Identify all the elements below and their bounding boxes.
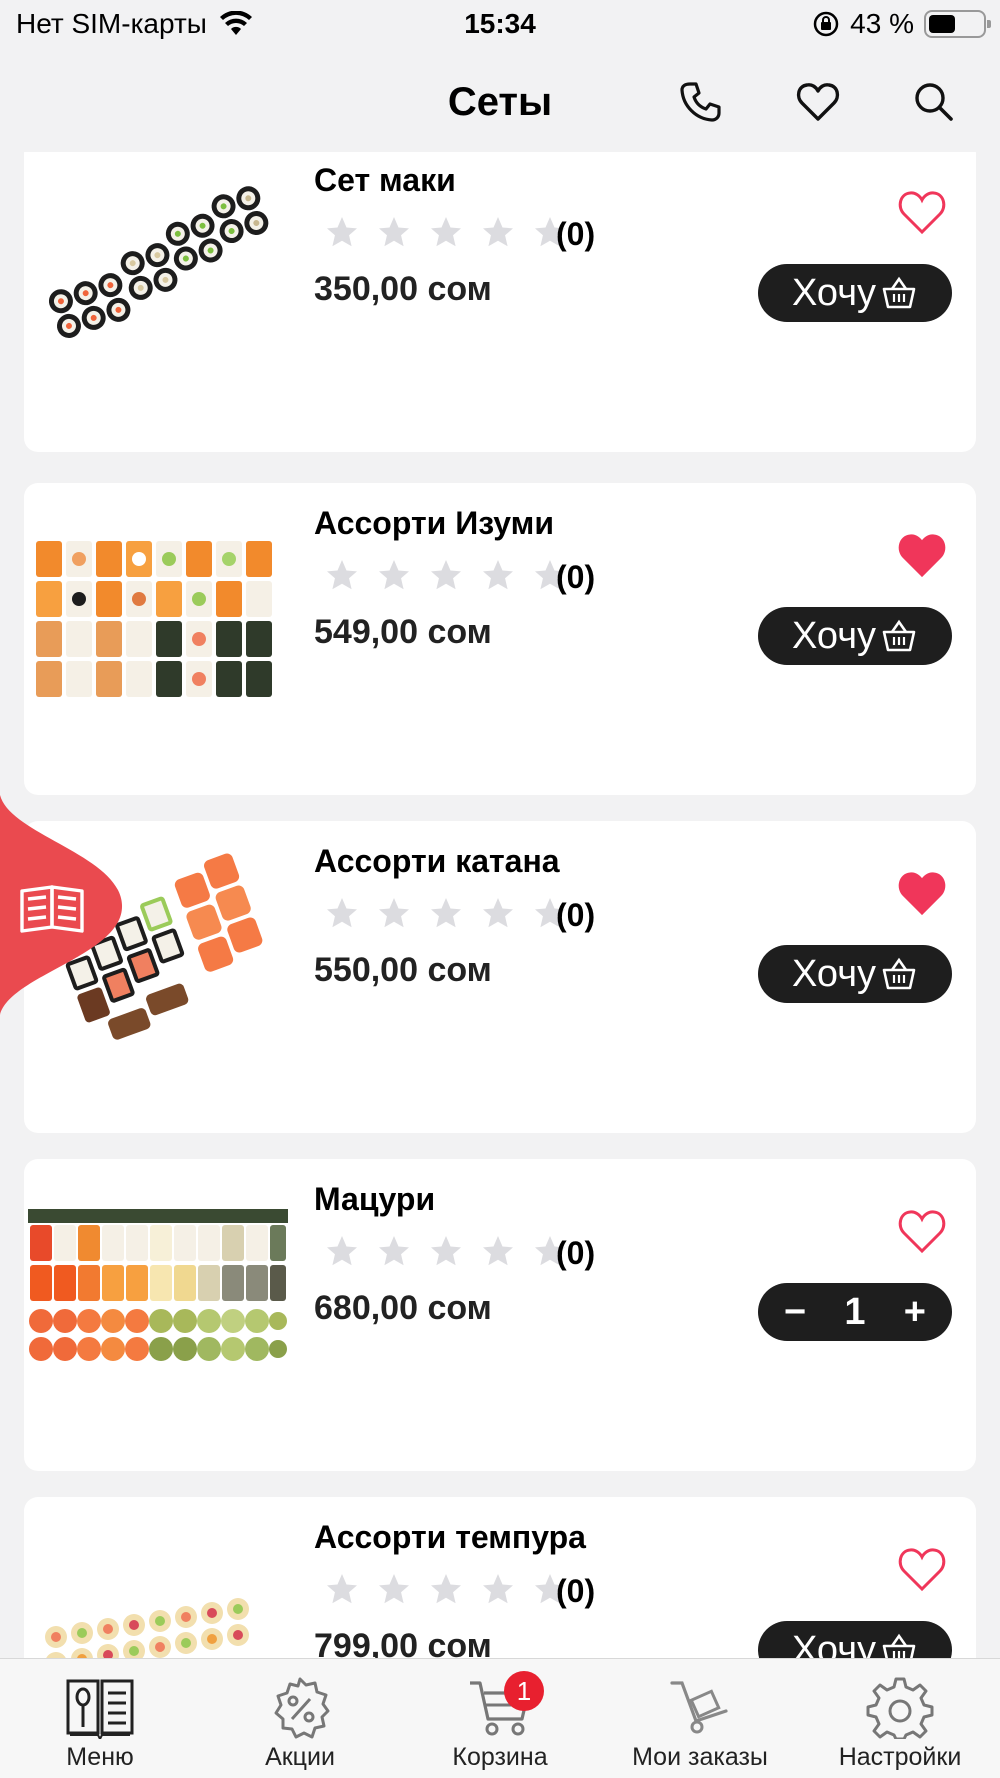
want-button-label: Хочу bbox=[791, 271, 876, 314]
increment-button[interactable]: + bbox=[904, 1291, 926, 1334]
star-icon[interactable] bbox=[428, 895, 464, 931]
favorite-heart-icon[interactable] bbox=[896, 531, 948, 579]
product-card[interactable]: Ассорти катана (0) 550,00 сом Хочу bbox=[24, 821, 976, 1133]
tab-bar: Меню Акции 1 Корзина Мои заказы Настройк… bbox=[0, 1658, 1000, 1778]
want-button[interactable]: Хочу bbox=[758, 1621, 952, 1658]
star-icon[interactable] bbox=[376, 1571, 412, 1607]
tab-label: Корзина bbox=[452, 1743, 548, 1771]
star-icon[interactable] bbox=[376, 1233, 412, 1269]
star-icon[interactable] bbox=[376, 214, 412, 250]
star-icon[interactable] bbox=[324, 895, 360, 931]
rating-stars[interactable] bbox=[324, 557, 568, 593]
product-photo bbox=[36, 541, 272, 697]
basket-icon bbox=[882, 957, 916, 990]
search-icon[interactable] bbox=[910, 78, 958, 126]
rating-count: (0) bbox=[556, 1573, 596, 1609]
want-button[interactable]: Хочу bbox=[758, 945, 952, 1003]
product-card[interactable]: Ассорти темпура (0) 799,00 сом Хочу bbox=[24, 1497, 976, 1658]
product-photo bbox=[48, 186, 269, 338]
rating-stars[interactable] bbox=[324, 895, 568, 931]
nav-header: Сеты bbox=[0, 52, 1000, 152]
product-name: Ассорти катана bbox=[314, 843, 560, 879]
quantity-stepper[interactable]: − 1 + bbox=[758, 1283, 952, 1341]
product-price: 549,00 сом bbox=[314, 613, 492, 651]
star-icon[interactable] bbox=[376, 895, 412, 931]
star-icon[interactable] bbox=[480, 557, 516, 593]
want-button-label: Хочу bbox=[791, 1628, 876, 1659]
star-icon[interactable] bbox=[324, 557, 360, 593]
product-name: Сет маки bbox=[314, 162, 456, 198]
menu-book-icon bbox=[66, 1679, 134, 1739]
basket-icon bbox=[882, 619, 916, 652]
battery-percent: 43 % bbox=[850, 8, 914, 39]
star-icon[interactable] bbox=[428, 214, 464, 250]
product-photo bbox=[28, 1209, 288, 1361]
status-right: 43 % bbox=[812, 8, 991, 40]
product-photo bbox=[45, 1598, 249, 1658]
rating-count: (0) bbox=[556, 216, 596, 252]
rating-stars[interactable] bbox=[324, 1571, 568, 1607]
star-icon[interactable] bbox=[480, 1233, 516, 1269]
rating-stars[interactable] bbox=[324, 1233, 568, 1269]
phone-icon[interactable] bbox=[676, 78, 724, 126]
page-title: Сеты bbox=[447, 80, 553, 124]
tab-label: Мои заказы bbox=[632, 1743, 768, 1771]
discount-icon bbox=[274, 1677, 330, 1739]
tab-settings[interactable]: Настройки bbox=[800, 1659, 1000, 1778]
orders-icon bbox=[670, 1681, 728, 1734]
product-card[interactable]: Мацури (0) 680,00 сом − 1 + bbox=[24, 1159, 976, 1471]
tab-cart[interactable]: 1 Корзина bbox=[400, 1659, 600, 1778]
rating-count: (0) bbox=[556, 1235, 596, 1271]
heart-icon[interactable] bbox=[794, 78, 842, 126]
quantity-value: 1 bbox=[844, 1290, 866, 1333]
star-icon[interactable] bbox=[324, 1571, 360, 1607]
settings-icon bbox=[866, 1677, 934, 1739]
rating-stars[interactable] bbox=[324, 214, 568, 250]
tab-menu[interactable]: Меню bbox=[0, 1659, 200, 1778]
product-name: Ассорти темпура bbox=[314, 1519, 586, 1555]
tab-my-orders[interactable]: Мои заказы bbox=[600, 1659, 800, 1778]
star-icon[interactable] bbox=[428, 557, 464, 593]
decrement-button[interactable]: − bbox=[784, 1291, 806, 1334]
want-button[interactable]: Хочу bbox=[758, 607, 952, 665]
tab-promotions[interactable]: Акции bbox=[200, 1659, 400, 1778]
star-icon[interactable] bbox=[480, 214, 516, 250]
catalog-float-button[interactable] bbox=[0, 795, 125, 1015]
star-icon[interactable] bbox=[324, 214, 360, 250]
product-card[interactable]: Ассорти Изуми (0) 549,00 сом Хочу bbox=[24, 483, 976, 795]
product-name: Ассорти Изуми bbox=[314, 505, 555, 541]
star-icon[interactable] bbox=[428, 1233, 464, 1269]
want-button-label: Хочу bbox=[791, 952, 876, 995]
rating-count: (0) bbox=[556, 897, 596, 933]
basket-icon bbox=[882, 1633, 916, 1658]
favorite-heart-icon[interactable] bbox=[896, 188, 948, 236]
tab-label: Настройки bbox=[838, 1743, 962, 1771]
product-price: 550,00 сом bbox=[314, 951, 492, 989]
status-bar: Нет SIM-карты 15:34 43 % bbox=[0, 0, 1000, 52]
basket-icon bbox=[882, 276, 916, 309]
rating-count: (0) bbox=[556, 559, 596, 595]
product-list[interactable]: Сет маки (0) 350,00 сом Хочу Ассорти Изу… bbox=[0, 152, 1000, 1658]
star-icon[interactable] bbox=[376, 557, 412, 593]
star-icon[interactable] bbox=[480, 895, 516, 931]
tab-label: Меню bbox=[66, 1743, 134, 1771]
product-price: 680,00 сом bbox=[314, 1289, 492, 1327]
star-icon[interactable] bbox=[480, 1571, 516, 1607]
product-name: Мацури bbox=[314, 1181, 436, 1217]
cart-badge: 1 bbox=[504, 1671, 544, 1711]
product-price: 350,00 сом bbox=[314, 270, 492, 308]
favorite-heart-icon[interactable] bbox=[896, 869, 948, 917]
want-button[interactable]: Хочу bbox=[758, 264, 952, 322]
star-icon[interactable] bbox=[428, 1571, 464, 1607]
battery-icon bbox=[924, 10, 991, 38]
favorite-heart-icon[interactable] bbox=[896, 1545, 948, 1593]
tab-label: Акции bbox=[265, 1743, 335, 1771]
want-button-label: Хочу bbox=[791, 614, 876, 657]
product-price: 799,00 сом bbox=[314, 1627, 492, 1658]
star-icon[interactable] bbox=[324, 1233, 360, 1269]
orientation-lock-icon bbox=[813, 11, 839, 37]
product-card[interactable]: Сет маки (0) 350,00 сом Хочу bbox=[24, 152, 976, 452]
favorite-heart-icon[interactable] bbox=[896, 1207, 948, 1255]
